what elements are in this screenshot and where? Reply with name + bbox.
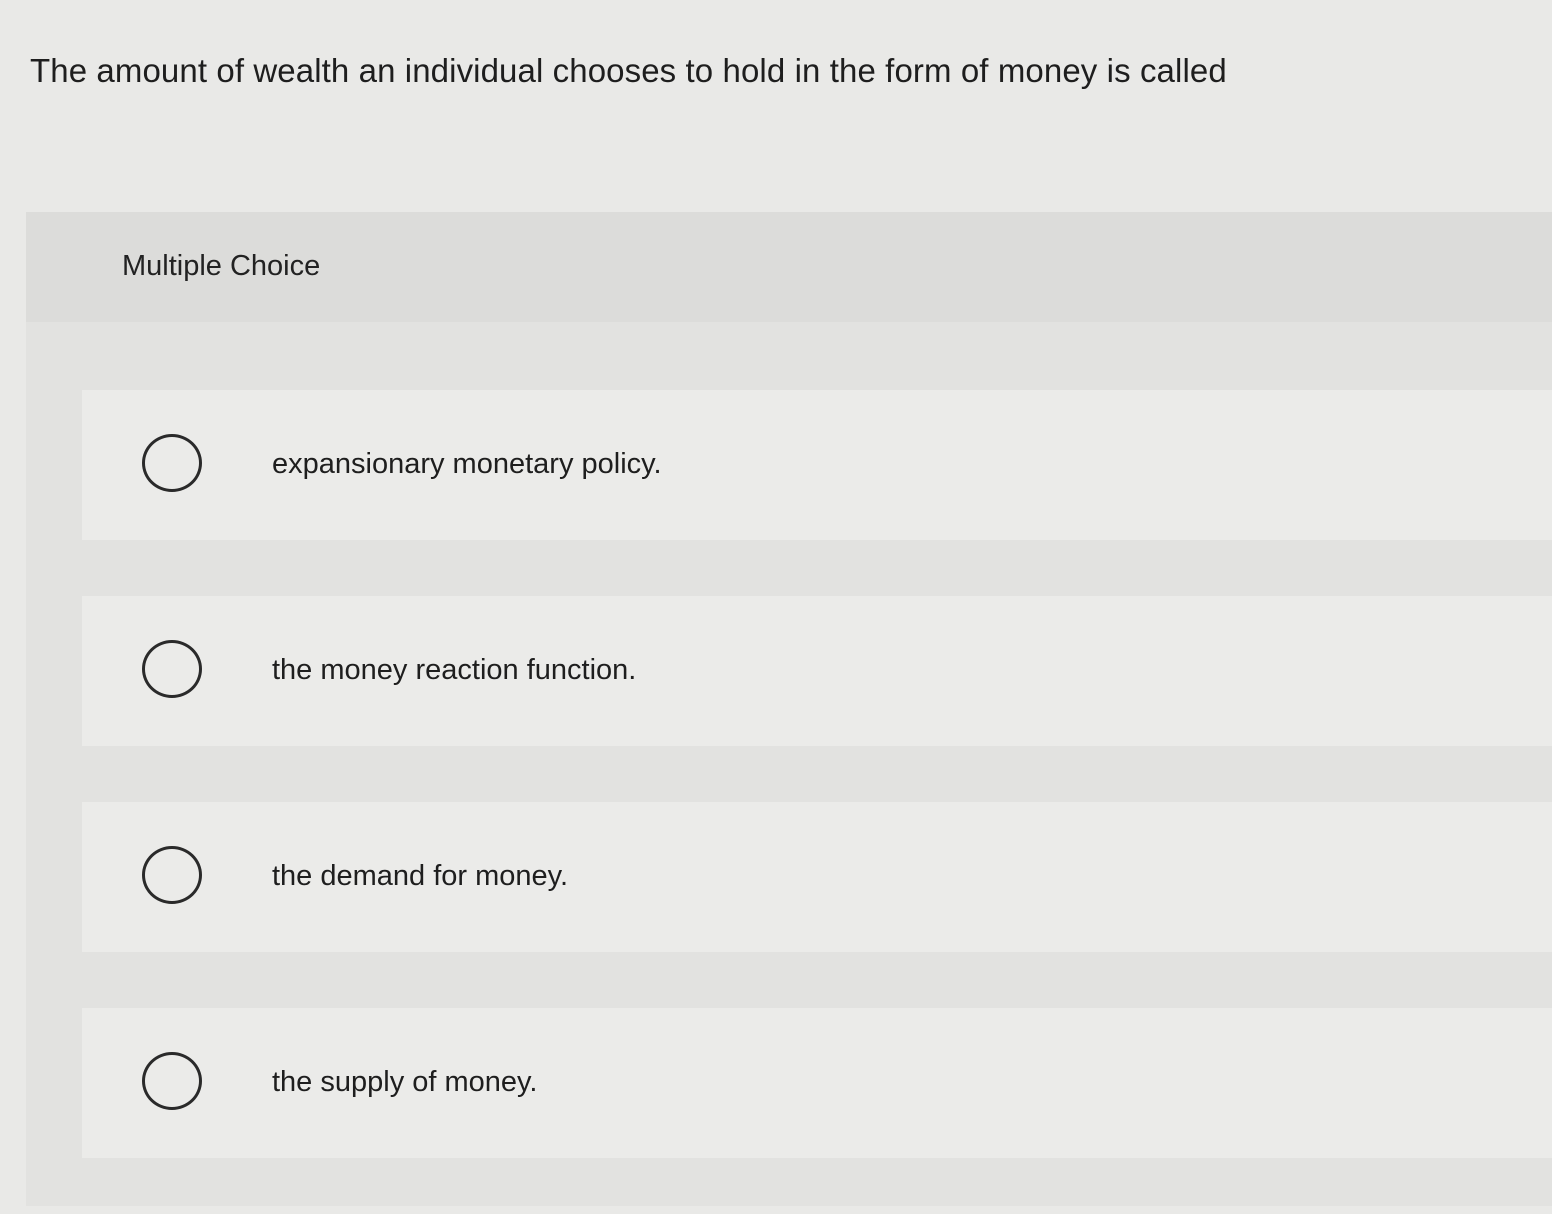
panel-title: Multiple Choice [122,250,321,282]
option-4[interactable]: the supply of money. [82,1008,1552,1158]
multiple-choice-panel: Multiple Choice expansionary monetary po… [26,212,1552,1206]
option-label: the supply of money. [272,1066,538,1098]
option-label: the demand for money. [272,860,569,892]
option-3[interactable]: the demand for money. [82,802,1552,952]
radio-button[interactable] [142,640,202,698]
option-2[interactable]: the money reaction function. [82,596,1552,746]
radio-button[interactable] [142,846,202,904]
radio-button[interactable] [142,1052,202,1110]
options-list: expansionary monetary policy. the money … [82,390,1552,1214]
option-label: the money reaction function. [272,654,637,686]
option-1[interactable]: expansionary monetary policy. [82,390,1552,540]
question-text: The amount of wealth an individual choos… [30,52,1227,89]
radio-button[interactable] [142,434,202,492]
panel-header: Multiple Choice [26,212,1552,322]
option-label: expansionary monetary policy. [272,448,662,480]
